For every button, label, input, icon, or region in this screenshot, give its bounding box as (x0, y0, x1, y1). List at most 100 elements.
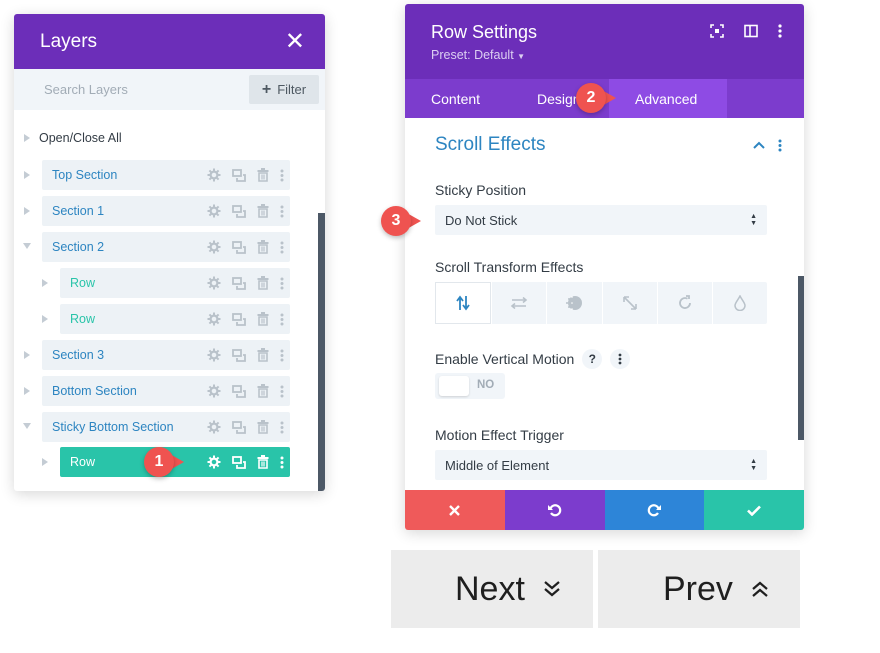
motion-trigger-label: Motion Effect Trigger (435, 427, 564, 443)
duplicate-icon[interactable] (232, 204, 246, 218)
expand-triangle-icon[interactable] (42, 279, 48, 287)
more-options-icon[interactable] (778, 24, 782, 38)
open-close-all[interactable]: Open/Close All (24, 131, 122, 145)
fading-tab[interactable] (546, 282, 601, 324)
scaling-tab[interactable] (601, 282, 657, 324)
gear-icon[interactable] (207, 455, 221, 469)
duplicate-icon[interactable] (232, 384, 246, 398)
expand-triangle-icon[interactable] (24, 351, 30, 359)
vertical-motion-toggle[interactable]: NO (435, 373, 505, 399)
gear-icon[interactable] (207, 420, 221, 434)
layer-actions (207, 160, 284, 190)
settings-footer (405, 490, 804, 530)
filter-button[interactable]: + Filter (249, 75, 319, 104)
toggle-knob (439, 376, 469, 396)
duplicate-icon[interactable] (232, 420, 246, 434)
chevron-up-icon[interactable] (753, 141, 765, 149)
select-arrows-icon: ▲ ▼ (750, 213, 757, 227)
more-options-icon[interactable] (280, 385, 284, 398)
diagonal-resize-icon (622, 296, 637, 310)
tab-advanced[interactable]: Advanced (609, 79, 727, 118)
duplicate-icon[interactable] (232, 168, 246, 182)
help-icon[interactable]: ? (582, 349, 603, 369)
trash-icon[interactable] (257, 240, 269, 254)
trash-icon[interactable] (257, 384, 269, 398)
layer-actions (207, 268, 284, 298)
layer-item[interactable]: Section 2 (42, 232, 290, 262)
duplicate-icon[interactable] (232, 276, 246, 290)
more-options-icon[interactable] (280, 313, 284, 326)
expand-triangle-icon[interactable] (24, 387, 30, 395)
expand-triangle-icon[interactable] (23, 243, 31, 249)
discard-button[interactable] (405, 490, 505, 530)
layers-scrollbar[interactable] (318, 213, 325, 491)
trash-icon[interactable] (257, 168, 269, 182)
prev-button[interactable]: Prev (598, 550, 800, 628)
section-menu-icon[interactable] (778, 139, 782, 152)
more-options-icon[interactable] (280, 456, 284, 469)
redo-button[interactable] (604, 490, 705, 530)
gear-icon[interactable] (207, 276, 221, 290)
layer-item[interactable]: Row (60, 268, 290, 298)
sidebar-layout-icon[interactable] (744, 24, 758, 38)
gear-icon[interactable] (207, 348, 221, 362)
checkmark-icon (747, 505, 762, 516)
vertical-motion-tab[interactable] (435, 282, 492, 324)
more-options-icon[interactable] (280, 349, 284, 362)
duplicate-icon[interactable] (232, 455, 246, 469)
layer-label: Row (70, 455, 96, 469)
gear-icon[interactable] (207, 204, 221, 218)
layer-item[interactable]: Row (60, 304, 290, 334)
more-options-icon[interactable] (280, 277, 284, 290)
header-icons (710, 24, 782, 38)
layers-header: Layers ✕ (14, 14, 325, 69)
trash-icon[interactable] (257, 204, 269, 218)
tab-content[interactable]: Content (405, 79, 513, 118)
trash-icon[interactable] (257, 276, 269, 290)
trash-icon[interactable] (257, 348, 269, 362)
more-options-icon[interactable] (280, 241, 284, 254)
vertical-motion-row: Enable Vertical Motion ? (435, 349, 631, 369)
more-options-icon[interactable] (280, 205, 284, 218)
layer-actions (207, 412, 284, 442)
trash-icon[interactable] (257, 312, 269, 326)
close-icon[interactable]: ✕ (285, 29, 305, 54)
next-button[interactable]: Next (391, 550, 593, 628)
more-options-icon[interactable] (280, 169, 284, 182)
layer-item[interactable]: Top Section (42, 160, 290, 190)
layer-actions (207, 376, 284, 406)
trash-icon[interactable] (257, 455, 269, 469)
expand-icon[interactable] (710, 24, 724, 38)
layer-item[interactable]: Section 1 (42, 196, 290, 226)
scroll-effects-header[interactable]: Scroll Effects (435, 134, 782, 156)
layer-item[interactable]: Sticky Bottom Section (42, 412, 290, 442)
sticky-position-select[interactable]: Do Not Stick ▲ ▼ (435, 205, 767, 235)
trash-icon[interactable] (257, 420, 269, 434)
filter-label: Filter (277, 82, 307, 97)
settings-scrollbar[interactable] (798, 276, 804, 440)
save-button[interactable] (704, 490, 804, 530)
gear-icon[interactable] (207, 240, 221, 254)
rotating-tab[interactable] (656, 282, 712, 324)
blur-tab[interactable] (711, 282, 767, 324)
search-input[interactable]: Search Layers (44, 82, 249, 97)
motion-trigger-select[interactable]: Middle of Element ▲ ▼ (435, 450, 767, 480)
gear-icon[interactable] (207, 168, 221, 182)
option-menu-icon[interactable] (610, 349, 631, 369)
expand-triangle-icon[interactable] (24, 171, 30, 179)
duplicate-icon[interactable] (232, 312, 246, 326)
duplicate-icon[interactable] (232, 348, 246, 362)
gear-icon[interactable] (207, 312, 221, 326)
layer-item[interactable]: Section 3 (42, 340, 290, 370)
expand-triangle-icon[interactable] (23, 423, 31, 429)
gear-icon[interactable] (207, 384, 221, 398)
preset-dropdown[interactable]: Preset: Default ▼ (431, 48, 778, 62)
expand-triangle-icon[interactable] (42, 458, 48, 466)
expand-triangle-icon[interactable] (24, 207, 30, 215)
undo-button[interactable] (504, 490, 605, 530)
horizontal-motion-tab[interactable] (491, 282, 546, 324)
expand-triangle-icon[interactable] (42, 315, 48, 323)
layer-item[interactable]: Bottom Section (42, 376, 290, 406)
duplicate-icon[interactable] (232, 240, 246, 254)
more-options-icon[interactable] (280, 421, 284, 434)
